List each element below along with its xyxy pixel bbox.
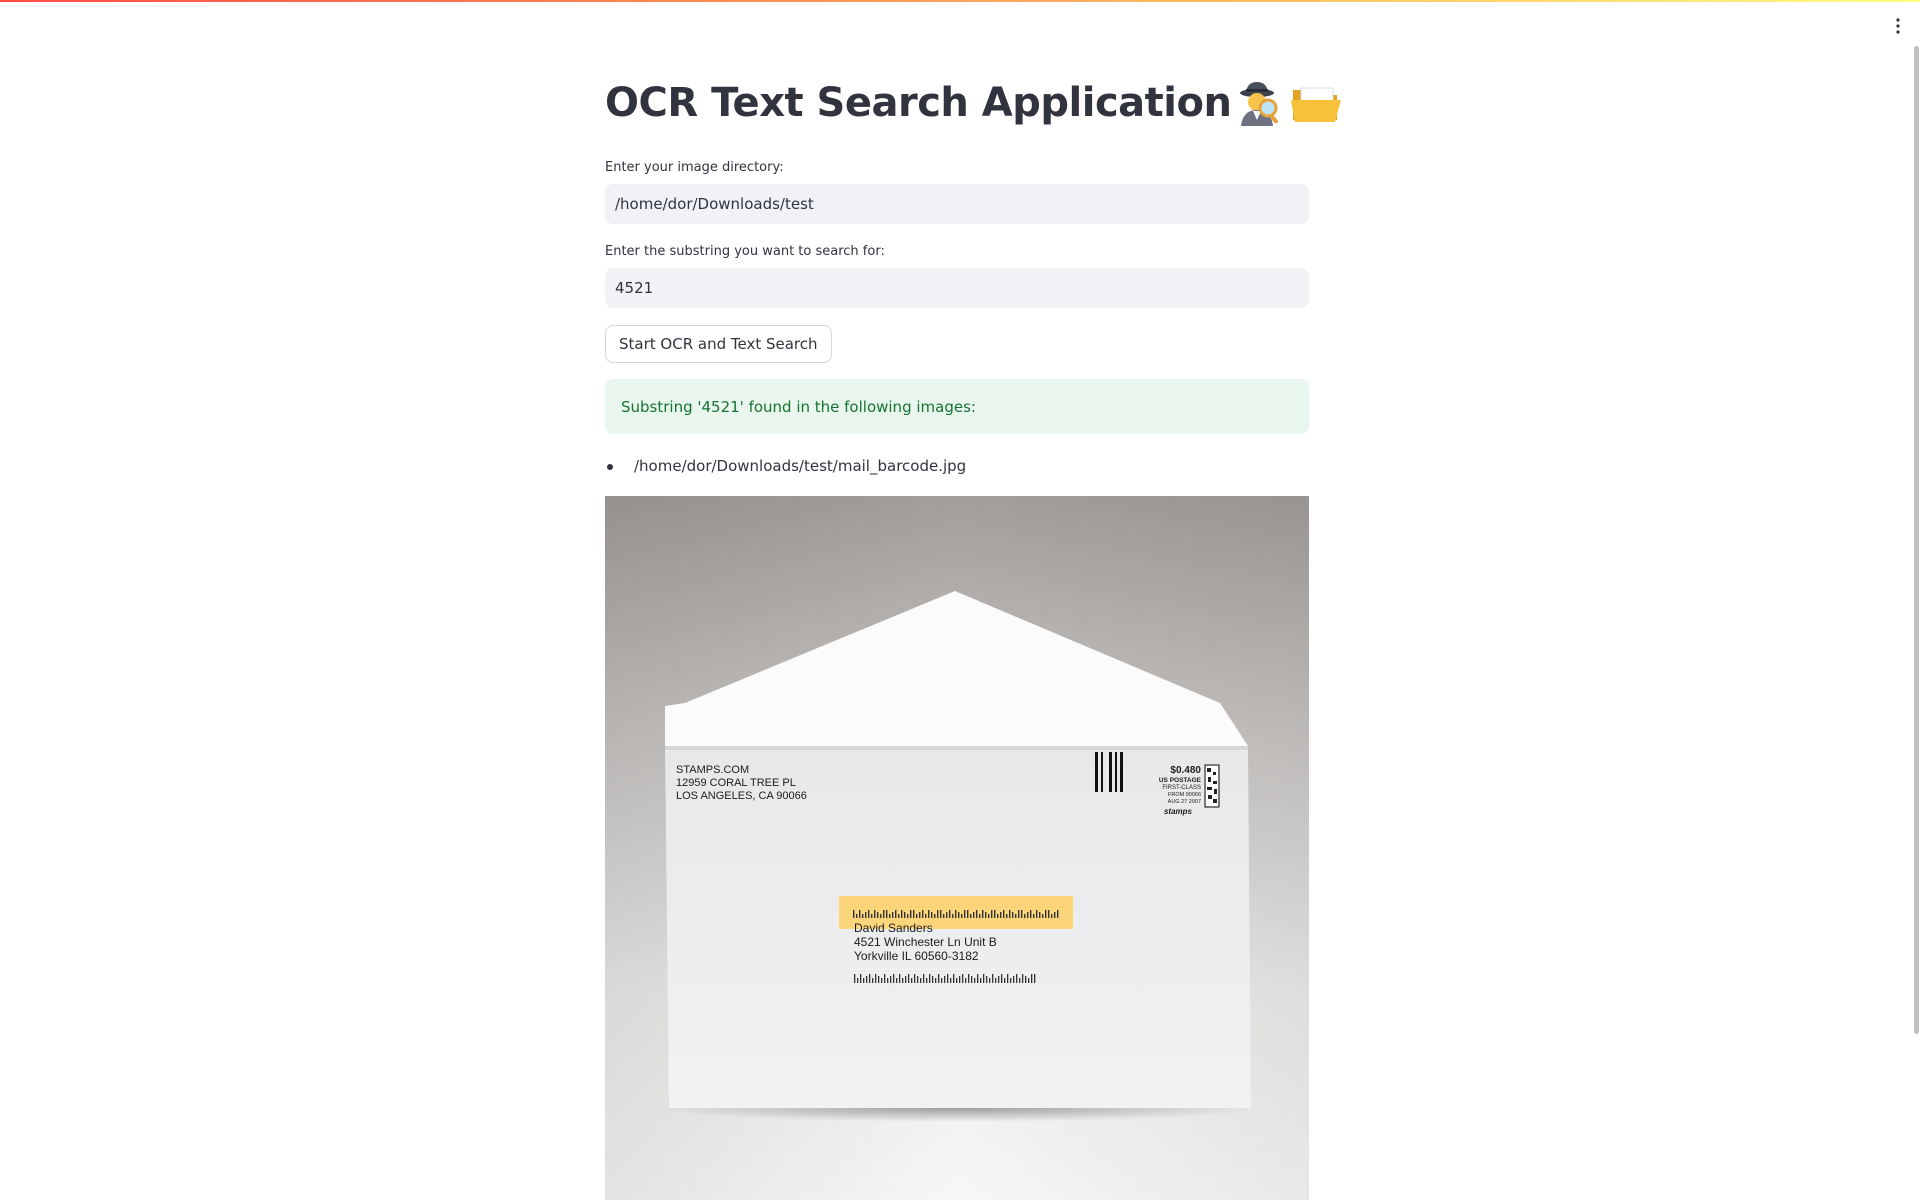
start-ocr-button[interactable]: Start OCR and Text Search xyxy=(605,325,832,363)
svg-text:Yorkville IL 60560-3182: Yorkville IL 60560-3182 xyxy=(854,949,979,963)
svg-text:12959 CORAL TREE PL: 12959 CORAL TREE PL xyxy=(676,777,796,789)
svg-text:LOS ANGELES, CA 90066: LOS ANGELES, CA 90066 xyxy=(676,790,807,802)
main-menu-button[interactable] xyxy=(1884,12,1912,40)
svg-text:$0.480: $0.480 xyxy=(1170,765,1201,776)
page-title: OCR Text Search Application xyxy=(605,78,1343,128)
result-image-preview: STAMPS.COM 12959 CORAL TREE PL LOS ANGEL… xyxy=(605,496,1309,1200)
success-alert: Substring '4521' found in the following … xyxy=(605,379,1309,434)
svg-text:David Sanders: David Sanders xyxy=(854,921,933,935)
qr-code-icon xyxy=(1204,764,1220,808)
svg-text:4521 Winchester Ln Unit B: 4521 Winchester Ln Unit B xyxy=(854,935,997,949)
top-decoration-stripe xyxy=(0,0,1920,2)
open-folder-icon xyxy=(1289,78,1343,128)
svg-text:stamps: stamps xyxy=(1164,807,1193,816)
envelope-photo: STAMPS.COM 12959 CORAL TREE PL LOS ANGEL… xyxy=(605,496,1309,1200)
result-file-list: /home/dor/Downloads/test/mail_barcode.jp… xyxy=(605,454,966,478)
svg-text:FROM 90066: FROM 90066 xyxy=(1168,792,1201,798)
scrollbar-thumb[interactable] xyxy=(1914,46,1919,1034)
kebab-menu-icon xyxy=(1896,18,1900,34)
svg-text:FIRST-CLASS: FIRST-CLASS xyxy=(1162,785,1201,791)
page-title-text: OCR Text Search Application xyxy=(605,80,1232,126)
directory-input[interactable] xyxy=(605,184,1309,224)
svg-text:US POSTAGE: US POSTAGE xyxy=(1159,777,1202,784)
detective-icon xyxy=(1235,78,1285,128)
svg-text:STAMPS.COM: STAMPS.COM xyxy=(676,764,749,776)
list-item: /home/dor/Downloads/test/mail_barcode.jp… xyxy=(605,454,966,478)
substring-input[interactable] xyxy=(605,268,1309,308)
success-alert-text: Substring '4521' found in the following … xyxy=(621,397,976,416)
substring-field-label: Enter the substring you want to search f… xyxy=(605,244,885,259)
svg-text:AUG 27 2007: AUG 27 2007 xyxy=(1168,799,1201,805)
directory-field-label: Enter your image directory: xyxy=(605,160,784,175)
